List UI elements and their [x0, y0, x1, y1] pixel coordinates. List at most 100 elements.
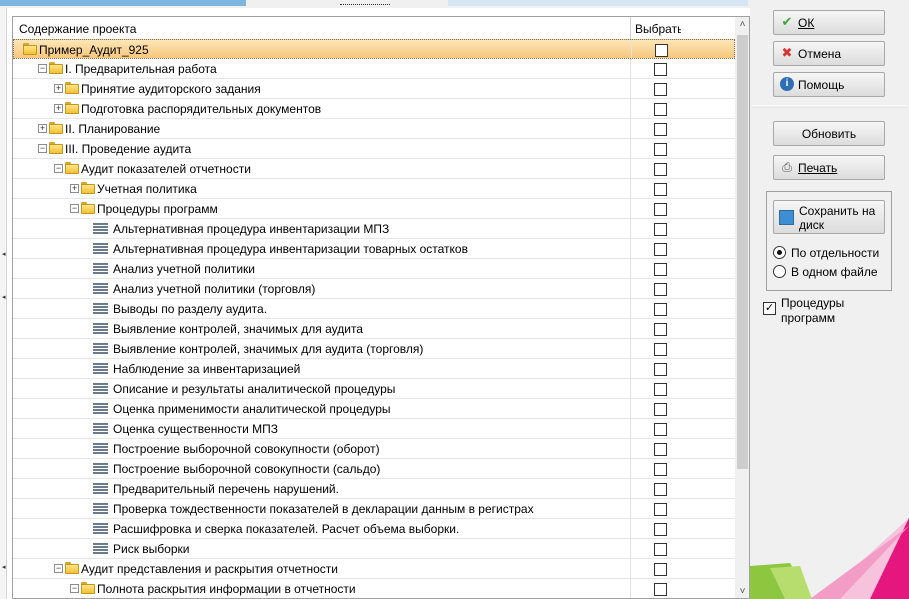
collapse-arrow-icon[interactable]: ◂ — [2, 293, 6, 301]
select-checkbox[interactable] — [654, 103, 667, 116]
project-tree-grid[interactable]: Содержание проекта Выбрать Пример_Аудит_… — [12, 16, 750, 599]
tree-row[interactable]: Альтернативная процедура инвентаризации … — [13, 219, 735, 239]
tree-row[interactable]: Альтернативная процедура инвентаризации … — [13, 239, 735, 259]
select-checkbox[interactable] — [654, 583, 667, 596]
column-divider — [630, 499, 631, 519]
column-header-select[interactable]: Выбрать — [635, 22, 681, 36]
collapse-icon[interactable]: − — [38, 64, 47, 73]
select-checkbox[interactable] — [654, 223, 667, 236]
document-icon — [93, 543, 108, 555]
refresh-button[interactable]: Обновить — [773, 121, 885, 146]
select-checkbox[interactable] — [654, 503, 667, 516]
collapse-arrow-icon[interactable]: ◂ — [2, 250, 6, 258]
tree-row[interactable]: − Полнота раскрытия информации в отчетнос… — [13, 579, 735, 598]
select-checkbox[interactable] — [654, 403, 667, 416]
save-to-disk-button[interactable]: Сохранить на диск — [773, 200, 885, 234]
tree-row[interactable]: + Учетная политика — [13, 179, 735, 199]
floppy-disk-icon — [779, 210, 794, 225]
scroll-up-icon[interactable]: ˄ — [735, 17, 749, 33]
tree-row-label: Подготовка распорядительных документов — [81, 102, 322, 116]
select-checkbox[interactable] — [654, 263, 667, 276]
radio-single-file[interactable]: В одном файле — [773, 264, 893, 280]
tree-row[interactable]: Оценка существенности МПЗ — [13, 419, 735, 439]
collapse-icon[interactable]: − — [70, 204, 79, 213]
tree-row[interactable]: − Аудит показателей отчетности — [13, 159, 735, 179]
print-button[interactable]: ⎙ Печать — [773, 155, 885, 180]
column-header-content[interactable]: Содержание проекта — [19, 22, 136, 36]
collapse-arrow-icon[interactable]: ◂ — [2, 563, 6, 571]
tree-row[interactable]: Риск выборки — [13, 539, 735, 559]
select-checkbox[interactable] — [654, 343, 667, 356]
select-checkbox[interactable] — [654, 83, 667, 96]
select-checkbox[interactable] — [654, 363, 667, 376]
tree-row[interactable]: + Подготовка распорядительных документов — [13, 99, 735, 119]
radio-button-icon[interactable] — [773, 246, 786, 259]
tree-row[interactable]: Построение выборочной совокупности (саль… — [13, 459, 735, 479]
column-divider[interactable] — [630, 17, 631, 39]
splitter-handle[interactable] — [340, 4, 390, 10]
select-checkbox[interactable] — [654, 523, 667, 536]
column-divider — [630, 559, 631, 579]
tree-row[interactable]: − Процедуры программ — [13, 199, 735, 219]
column-divider — [630, 299, 631, 319]
select-checkbox[interactable] — [654, 143, 667, 156]
tree-row[interactable]: Анализ учетной политики — [13, 259, 735, 279]
tree-row[interactable]: Выявление контролей, значимых для аудита… — [13, 339, 735, 359]
cancel-button[interactable]: ✖ Отмена — [773, 41, 885, 66]
scroll-down-icon[interactable]: ˅ — [735, 584, 749, 598]
select-checkbox[interactable] — [654, 483, 667, 496]
tree-row[interactable]: − I. Предварительная работа — [13, 59, 735, 79]
select-checkbox[interactable] — [654, 123, 667, 136]
column-divider — [630, 459, 631, 479]
select-checkbox[interactable] — [654, 463, 667, 476]
tree-row[interactable]: Пример_Аудит_925 — [13, 39, 735, 60]
select-checkbox[interactable] — [654, 323, 667, 336]
tree-row[interactable]: Расшифровка и сверка показателей. Расчет… — [13, 519, 735, 539]
select-checkbox[interactable] — [654, 283, 667, 296]
collapse-icon[interactable]: − — [70, 584, 79, 593]
select-checkbox[interactable] — [654, 243, 667, 256]
ok-button[interactable]: ✔ ОК — [773, 10, 885, 35]
tree-row[interactable]: − Аудит представления и раскрытия отчетно… — [13, 559, 735, 579]
collapse-icon[interactable]: − — [38, 144, 47, 153]
tree-row[interactable]: − III. Проведение аудита — [13, 139, 735, 159]
select-checkbox[interactable] — [654, 443, 667, 456]
tree-row[interactable]: Анализ учетной политики (торговля) — [13, 279, 735, 299]
tree-row[interactable]: + II. Планирование — [13, 119, 735, 139]
select-checkbox[interactable] — [654, 303, 667, 316]
expand-icon[interactable]: + — [54, 104, 63, 113]
select-checkbox[interactable] — [654, 203, 667, 216]
select-checkbox[interactable] — [654, 563, 667, 576]
vertical-scrollbar[interactable]: ˄ ˅ — [735, 17, 749, 598]
tree-row[interactable]: Предварительный перечень нарушений. — [13, 479, 735, 499]
select-checkbox[interactable] — [654, 63, 667, 76]
tree-row[interactable]: Проверка тождественности показателей в д… — [13, 499, 735, 519]
collapse-icon[interactable]: − — [54, 164, 63, 173]
select-checkbox[interactable] — [654, 383, 667, 396]
collapse-icon[interactable]: − — [54, 564, 63, 573]
tree-row[interactable]: Описание и результаты аналитической проц… — [13, 379, 735, 399]
select-checkbox[interactable] — [655, 44, 668, 57]
procedures-checkbox[interactable]: ✓ Процедуры программ — [763, 294, 903, 328]
tree-row[interactable]: Выводы по разделу аудита. — [13, 299, 735, 319]
select-checkbox[interactable] — [654, 423, 667, 436]
tree-row[interactable]: Построение выборочной совокупности (обор… — [13, 439, 735, 459]
left-splitter[interactable]: ◂ ◂ ◂ — [0, 8, 7, 599]
select-checkbox[interactable] — [654, 543, 667, 556]
expand-icon[interactable]: + — [38, 124, 47, 133]
help-button[interactable]: i Помощь — [773, 72, 885, 97]
tree-row-label: Полнота раскрытия информации в отчетност… — [97, 582, 356, 596]
checkbox-icon[interactable]: ✓ — [763, 302, 776, 315]
radio-button-icon[interactable] — [773, 265, 786, 278]
radio-separate[interactable]: По отдельности — [773, 245, 893, 261]
tree-row-label: Построение выборочной совокупности (обор… — [113, 442, 380, 456]
select-checkbox[interactable] — [654, 183, 667, 196]
expand-icon[interactable]: + — [54, 84, 63, 93]
tree-row[interactable]: + Принятие аудиторского задания — [13, 79, 735, 99]
tree-row[interactable]: Выявление контролей, значимых для аудита — [13, 319, 735, 339]
scrollbar-thumb[interactable] — [737, 35, 748, 469]
tree-row[interactable]: Наблюдение за инвентаризацией — [13, 359, 735, 379]
tree-row[interactable]: Оценка применимости аналитической процед… — [13, 399, 735, 419]
select-checkbox[interactable] — [654, 163, 667, 176]
expand-icon[interactable]: + — [70, 184, 79, 193]
